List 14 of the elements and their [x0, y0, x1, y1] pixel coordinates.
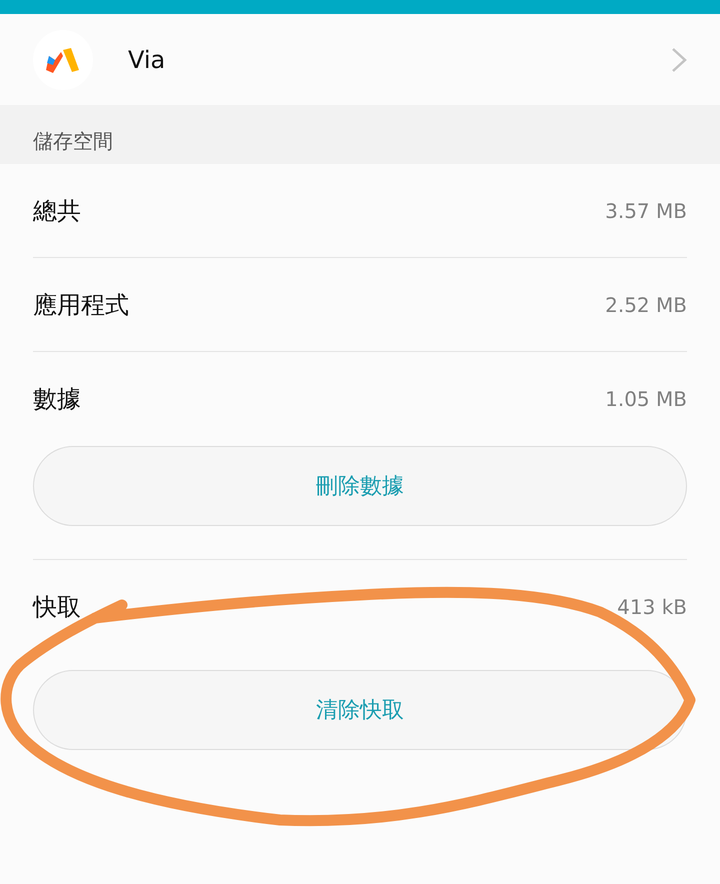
row-label: 總共: [33, 196, 81, 226]
section-header: 儲存空間: [33, 128, 113, 155]
row-label: 應用程式: [33, 290, 129, 320]
row-label: 數據: [33, 384, 81, 415]
row-value: 1.05 MB: [605, 386, 687, 413]
app-row[interactable]: Via: [0, 14, 720, 105]
row-label: 快取: [33, 592, 81, 623]
app-name: Via: [128, 44, 166, 76]
row-value: 2.52 MB: [605, 292, 687, 318]
clear-data-button[interactable]: 刪除數據: [33, 446, 687, 526]
chevron-right-icon: [671, 46, 687, 72]
row-value: 3.57 MB: [605, 198, 687, 224]
row-value: 413 kB: [617, 594, 687, 621]
clear-cache-button[interactable]: 清除快取: [33, 670, 687, 750]
